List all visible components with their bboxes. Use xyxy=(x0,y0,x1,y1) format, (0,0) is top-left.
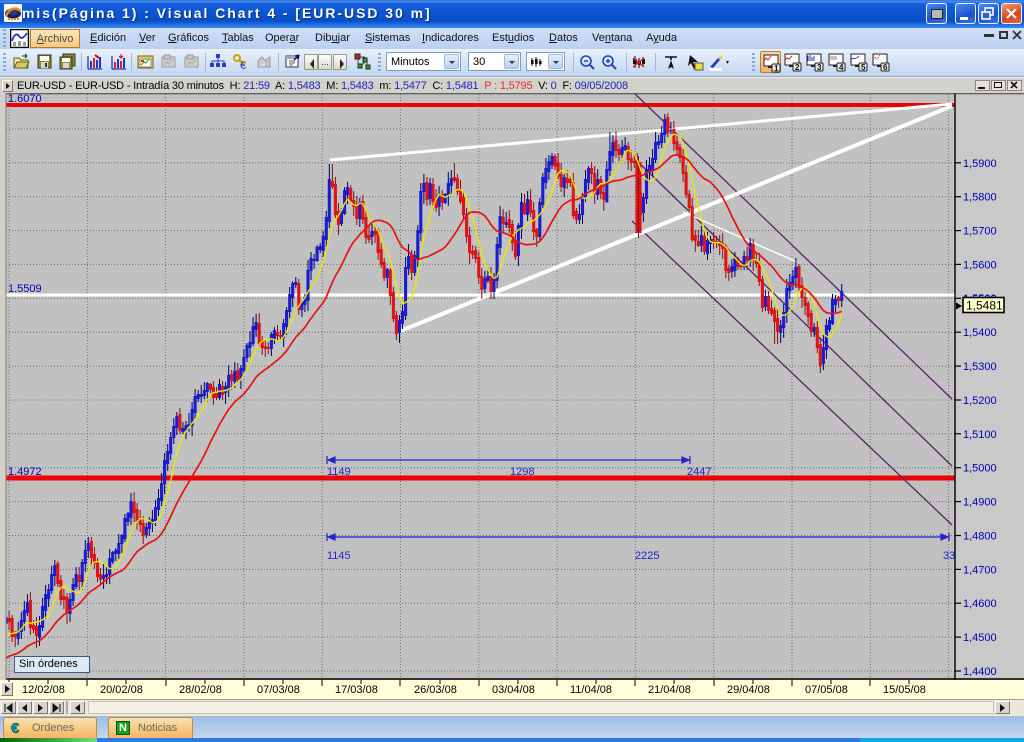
svg-text:1,4700: 1,4700 xyxy=(963,564,997,576)
svg-text:1,4900: 1,4900 xyxy=(963,497,997,509)
svg-text:6: 6 xyxy=(883,63,888,72)
svg-text:1298: 1298 xyxy=(510,466,534,478)
svg-text:1,5300: 1,5300 xyxy=(963,361,997,373)
svg-text:1,5700: 1,5700 xyxy=(963,226,997,238)
svg-text:5: 5 xyxy=(861,63,866,72)
svg-text:1,5600: 1,5600 xyxy=(963,259,997,271)
svg-text:1.5509: 1.5509 xyxy=(8,283,42,295)
svg-text:1,5400: 1,5400 xyxy=(963,327,997,339)
svg-text:1.4972: 1.4972 xyxy=(8,466,42,478)
svg-text:1.6070: 1.6070 xyxy=(8,93,42,105)
svg-text:1: 1 xyxy=(774,64,779,73)
svg-text:€: € xyxy=(240,60,246,71)
svg-text:1,4600: 1,4600 xyxy=(963,598,997,610)
svg-text:1149: 1149 xyxy=(327,466,351,478)
svg-text:33: 33 xyxy=(943,550,955,562)
svg-text:2225: 2225 xyxy=(635,550,659,562)
svg-text:1,4400: 1,4400 xyxy=(963,666,997,678)
svg-text:1,5800: 1,5800 xyxy=(963,192,997,204)
svg-text:1145: 1145 xyxy=(327,550,351,562)
svg-text:€: € xyxy=(11,720,20,736)
svg-text:4: 4 xyxy=(839,63,844,72)
svg-text:2447: 2447 xyxy=(687,466,711,478)
svg-text:1,5900: 1,5900 xyxy=(963,158,997,170)
svg-text:1,4800: 1,4800 xyxy=(963,531,997,543)
svg-text:1,5000: 1,5000 xyxy=(963,463,997,475)
svg-text:1,5481: 1,5481 xyxy=(966,299,1003,313)
svg-text:1,5200: 1,5200 xyxy=(963,395,997,407)
svg-text:3: 3 xyxy=(817,63,822,72)
svg-text:1,5100: 1,5100 xyxy=(963,429,997,441)
svg-text:2: 2 xyxy=(795,63,800,72)
svg-text:1,4500: 1,4500 xyxy=(963,632,997,644)
